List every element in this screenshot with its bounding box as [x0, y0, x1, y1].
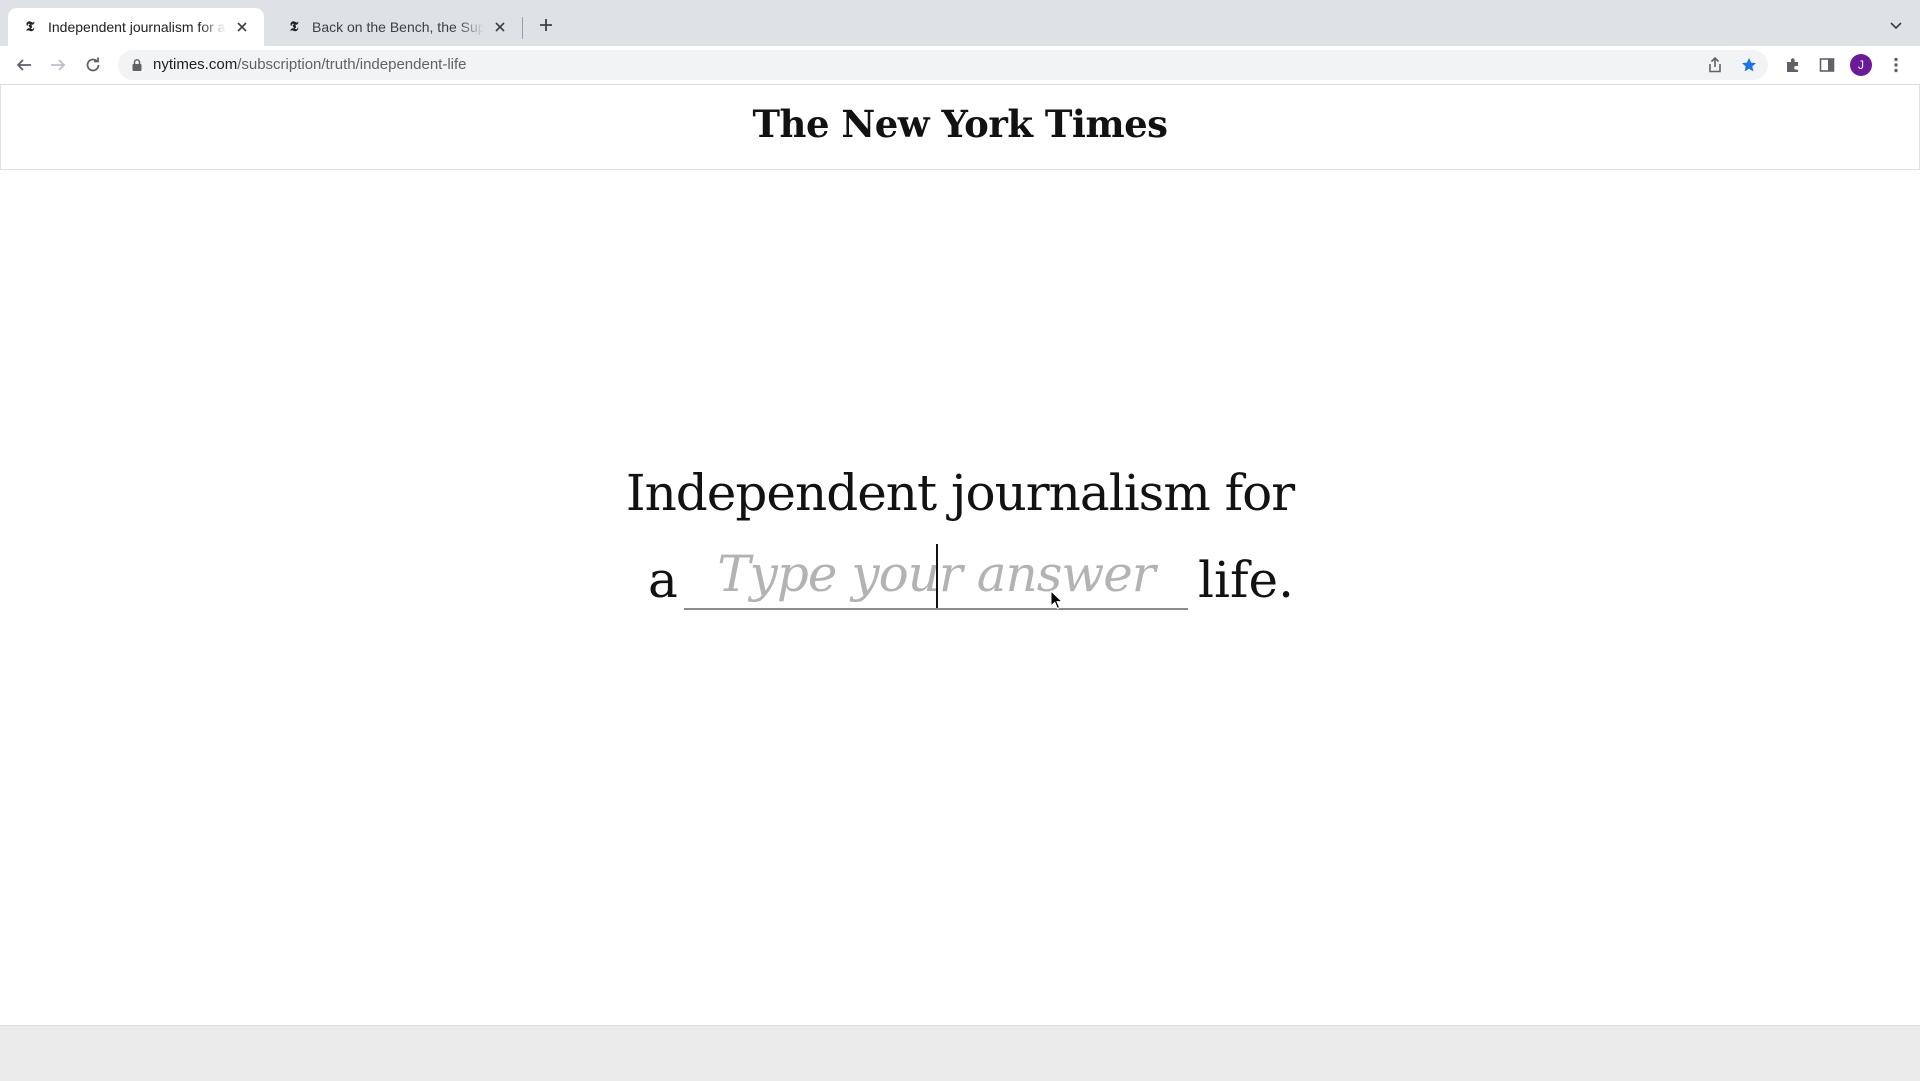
back-arrow-icon[interactable]: [12, 53, 36, 77]
tab-search-chevron-icon[interactable]: [1886, 16, 1906, 36]
mouse-pointer-icon: [1050, 590, 1064, 610]
tab-title: Independent journalism for an independen…: [48, 19, 226, 35]
tab-separator: [522, 17, 523, 39]
url-text[interactable]: nytimes.com/subscription/truth/independe…: [153, 50, 467, 80]
site-header: The New York Times: [0, 85, 1920, 170]
nyt-favicon-icon: 𝕿: [289, 19, 299, 35]
close-tab-icon[interactable]: [490, 17, 510, 37]
tab-strip: 𝕿 Independent journalism for an independ…: [0, 0, 1920, 46]
tab-title: Back on the Bench, the Supreme Court: [312, 19, 484, 35]
side-panel-icon[interactable]: [1817, 55, 1837, 75]
new-tab-plus-icon[interactable]: [535, 14, 557, 36]
url-path: /subscription/truth/independent-life: [237, 56, 467, 73]
address-bar[interactable]: nytimes.com/subscription/truth/independe…: [118, 50, 1768, 80]
reload-icon[interactable]: [81, 53, 105, 77]
kebab-menu-icon[interactable]: [1886, 55, 1906, 75]
share-icon[interactable]: [1706, 56, 1724, 74]
footer-band: [0, 1025, 1920, 1081]
bookmark-star-icon[interactable]: [1740, 56, 1758, 74]
url-host: nytimes.com: [153, 56, 238, 73]
answer-sentence: a life.: [0, 540, 1920, 620]
profile-avatar[interactable]: J: [1850, 54, 1872, 76]
tab-inactive[interactable]: 𝕿 Back on the Bench, the Supreme Court: [272, 8, 522, 46]
sentence-prefix: a: [648, 551, 678, 609]
tab-active[interactable]: 𝕿 Independent journalism for an independ…: [8, 8, 264, 46]
lock-icon[interactable]: [130, 58, 144, 72]
browser-toolbar: nytimes.com/subscription/truth/independe…: [0, 46, 1920, 85]
nyt-favicon-icon: 𝕿: [25, 19, 35, 35]
text-caret: [936, 544, 938, 608]
page-headline: Independent journalism for: [625, 464, 1295, 522]
forward-arrow-icon[interactable]: [46, 53, 70, 77]
nyt-logo[interactable]: The New York Times: [1, 102, 1919, 146]
extensions-puzzle-icon[interactable]: [1783, 55, 1803, 75]
close-tab-icon[interactable]: [232, 17, 252, 37]
sentence-suffix: life.: [1198, 551, 1294, 609]
